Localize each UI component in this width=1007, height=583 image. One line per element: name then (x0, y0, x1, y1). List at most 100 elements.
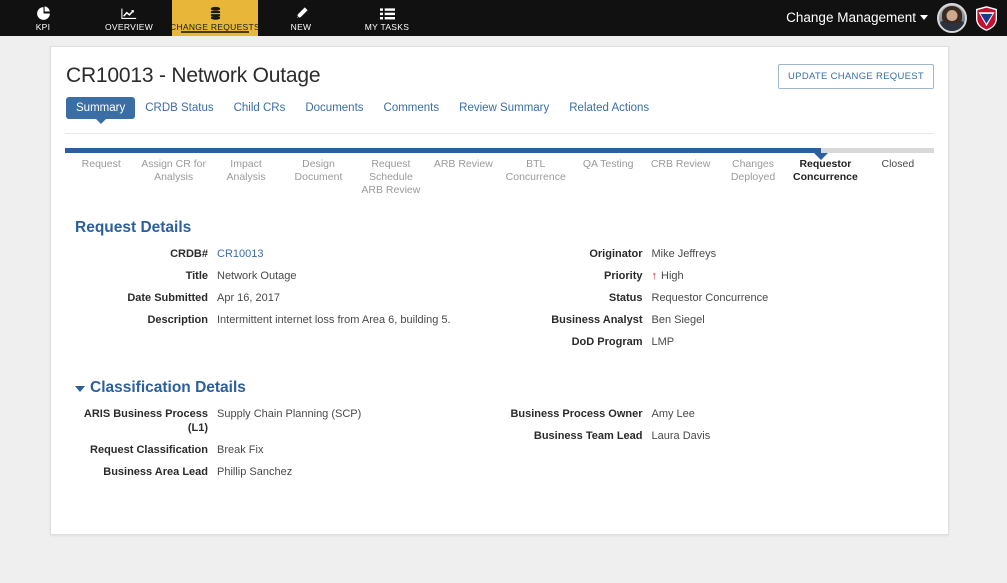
request-detail-label: CRDB# (170, 248, 208, 260)
tab-review-summary[interactable]: Review Summary (449, 97, 559, 119)
classification-detail-label: ARIS Business Process (L1) (83, 408, 208, 434)
stepper-progress-fill (65, 148, 822, 153)
request-details-section: Request Details CRDB# CR10013 Title Network… (65, 219, 934, 357)
request-details-right-column: Originator Mike Jeffreys Priority ↑ High Stat… (500, 247, 935, 357)
request-details-heading: Request Details (75, 219, 934, 237)
classification-detail-value: Phillip Sanchez (217, 466, 293, 478)
workflow-stepper: Request Assign CR for Analysis Impact Anal… (65, 148, 934, 197)
classification-detail-label: Business Area Lead (103, 466, 208, 478)
request-details-columns: CRDB# CR10013 Title Network Outage Date Subm… (65, 247, 934, 357)
request-detail-label: Priority (603, 270, 643, 282)
request-detail-value[interactable]: CR10013 (217, 247, 263, 261)
nav-label-overview: OVERVIEW (104, 22, 154, 32)
classification-detail-value: Supply Chain Planning (SCP) (217, 408, 362, 420)
request-detail-label: Description (147, 314, 208, 326)
nav-item-overview[interactable]: OVERVIEW (86, 0, 172, 36)
nav-label-my-tasks: MY TASKS (364, 22, 410, 32)
chevron-down-icon (920, 15, 928, 21)
nav-label-change-requests: CHANGE REQUESTS (170, 22, 260, 32)
classification-detail-row: Business Area Lead Phillip Sanchez (65, 465, 500, 479)
header-divider (65, 133, 934, 134)
stepper-step-8[interactable]: CRB Review (644, 158, 716, 197)
app-title: Change Management (786, 10, 916, 25)
stepper-step-3[interactable]: Design Document (282, 158, 354, 197)
classification-detail-row: Business Team Lead Laura Davis (500, 429, 935, 443)
tab-summary[interactable]: Summary (66, 97, 136, 119)
classification-detail-value: Break Fix (217, 444, 264, 456)
request-detail-label: DoD Program (571, 336, 643, 348)
top-navigation-bar: KPI OVERVIEW CHANGE REQUESTS NEW MY TASK… (0, 0, 1007, 36)
request-detail-value: ↑ High (651, 270, 684, 282)
classification-detail-label: Request Classification (90, 444, 208, 456)
tab-crdb-status[interactable]: CRDB Status (135, 97, 223, 119)
update-change-request-button[interactable]: UPDATE CHANGE REQUEST (778, 64, 934, 89)
request-detail-label: Title (185, 270, 208, 282)
classification-detail-row: Business Process Owner Amy Lee (500, 407, 935, 421)
stepper-step-10[interactable]: Requestor Concurrence (789, 158, 861, 197)
nav-item-new[interactable]: NEW (258, 0, 344, 36)
database-icon (208, 6, 223, 21)
stepper-labels: Request Assign CR for Analysis Impact Anal… (65, 158, 934, 197)
classification-detail-row: ARIS Business Process (L1) Supply Chain P… (65, 407, 500, 435)
classification-detail-value: Amy Lee (651, 408, 695, 420)
request-detail-row: Business Analyst Ben Siegel (500, 313, 935, 327)
request-detail-row: Description Intermittent internet loss fr… (65, 313, 500, 327)
nav-label-new: NEW (290, 22, 312, 32)
priority-up-arrow-icon: ↑ (651, 270, 658, 282)
classification-details-left-column: ARIS Business Process (L1) Supply Chain P… (65, 407, 500, 487)
classification-details-right-column: Business Process Owner Amy Lee Business Te… (500, 407, 935, 487)
classification-detail-row: Request Classification Break Fix (65, 443, 500, 457)
stepper-current-marker-icon (814, 153, 829, 160)
request-detail-row: Title Network Outage (65, 269, 500, 283)
request-detail-label: Business Analyst (551, 314, 643, 326)
request-detail-value: Requestor Concurrence (651, 292, 769, 304)
tab-comments[interactable]: Comments (374, 97, 450, 119)
request-detail-value: LMP (651, 336, 675, 348)
top-nav-items: KPI OVERVIEW CHANGE REQUESTS NEW MY TASK… (0, 0, 430, 36)
request-detail-row: Originator Mike Jeffreys (500, 247, 935, 261)
tab-related-actions[interactable]: Related Actions (559, 97, 659, 119)
stepper-step-9[interactable]: Changes Deployed (717, 158, 789, 197)
app-switcher[interactable]: Change Management (786, 9, 928, 27)
classification-detail-label: Business Process Owner (510, 408, 643, 420)
request-detail-value: Mike Jeffreys (651, 248, 717, 260)
classification-details-section: Classification Details ARIS Business Pro… (65, 379, 934, 487)
nav-item-my-tasks[interactable]: MY TASKS (344, 0, 430, 36)
list-icon (379, 6, 395, 21)
nav-item-change-requests[interactable]: CHANGE REQUESTS (170, 0, 260, 36)
stepper-step-6[interactable]: BTL Concurrence (500, 158, 572, 197)
request-detail-row: Priority ↑ High (500, 269, 935, 283)
request-detail-label: Date Submitted (127, 292, 208, 304)
request-detail-value: Intermittent internet loss from Area 6, … (217, 314, 451, 326)
stepper-step-0[interactable]: Request (65, 158, 137, 197)
tab-child-crs[interactable]: Child CRs (224, 97, 296, 119)
line-chart-icon (121, 6, 137, 21)
stepper-step-4[interactable]: Request Schedule ARB Review (355, 158, 427, 197)
change-request-card: CR10013 - Network Outage UPDATE CHANGE R… (50, 46, 949, 535)
request-detail-row: DoD Program LMP (500, 335, 935, 349)
request-detail-label: Status (608, 292, 643, 304)
card-header-row: CR10013 - Network Outage UPDATE CHANGE R… (65, 64, 934, 89)
top-nav-right-cluster: Change Management (786, 0, 1007, 36)
tab-bar: Summary CRDB Status Child CRs Documents … (66, 97, 934, 119)
stepper-step-11[interactable]: Closed (862, 158, 934, 197)
request-detail-row: Status Requestor Concurrence (500, 291, 935, 305)
stepper-track (65, 148, 934, 160)
stepper-step-1[interactable]: Assign CR for Analysis (137, 158, 209, 197)
classification-details-heading-text: Classification Details (90, 379, 246, 396)
pie-chart-icon (36, 6, 51, 21)
stepper-step-2[interactable]: Impact Analysis (210, 158, 282, 197)
request-detail-value: Ben Siegel (651, 314, 705, 326)
classification-detail-value: Laura Davis (651, 430, 711, 442)
request-details-left-column: CRDB# CR10013 Title Network Outage Date Subm… (65, 247, 500, 357)
chevron-down-icon[interactable] (75, 386, 85, 392)
request-detail-value: Network Outage (217, 270, 297, 282)
stepper-step-5[interactable]: ARB Review (427, 158, 499, 197)
classification-details-heading: Classification Details (75, 379, 934, 397)
avatar[interactable] (937, 3, 967, 33)
nav-item-kpi[interactable]: KPI (0, 0, 86, 36)
stepper-step-7[interactable]: QA Testing (572, 158, 644, 197)
request-details-heading-text: Request Details (75, 219, 192, 236)
pencil-icon (294, 6, 309, 21)
tab-documents[interactable]: Documents (295, 97, 373, 119)
